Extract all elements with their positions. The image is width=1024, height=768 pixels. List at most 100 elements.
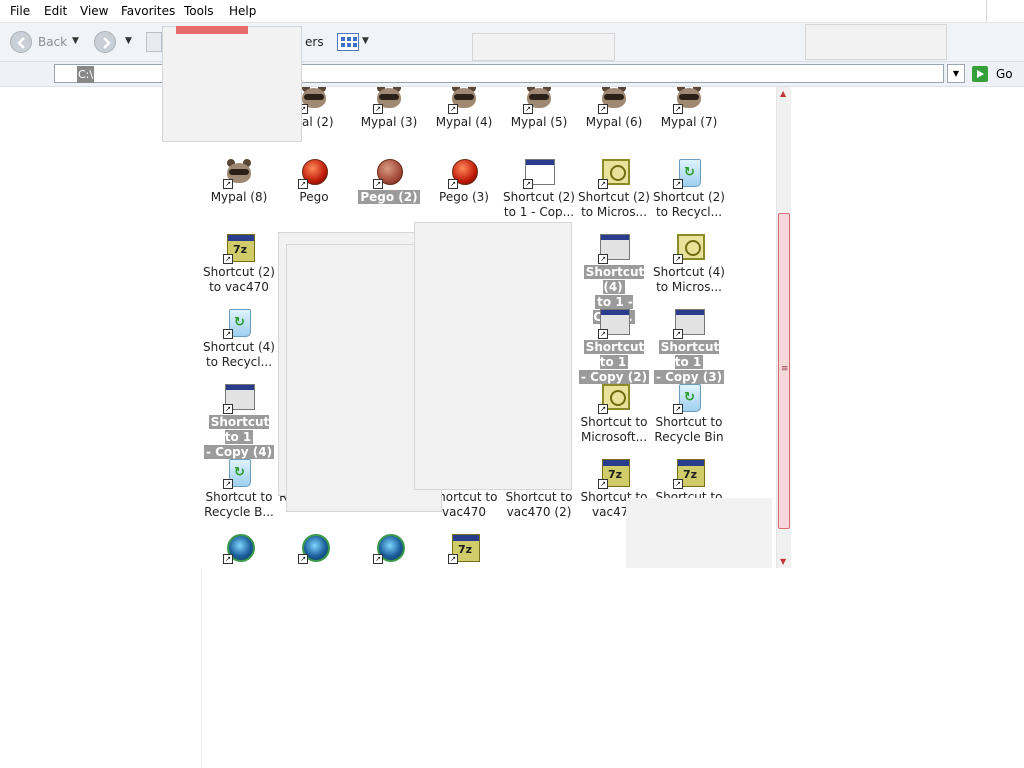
file-item[interactable]: ↗ [426,532,502,568]
file-item[interactable]: ↗Shortcut toRecycle Bin [651,382,727,454]
red-ball-icon: ↗ [448,157,480,189]
shortcut-arrow-icon: ↗ [598,179,608,189]
file-item[interactable]: ↗ Mypal (4) [426,87,502,154]
back-arrow-icon [17,37,25,49]
go-arrow-icon [972,66,988,82]
menu-help[interactable]: Help [229,4,256,18]
file-item[interactable]: ↗ Shortcut to Microsoft... [576,382,652,454]
file-item[interactable]: ↗ Pego (2) [351,157,427,229]
file-item-label-line: Shortcut to 1 [208,415,270,444]
file-item-label: Shortcut (2) to Micros... [576,190,652,220]
forward-button[interactable] [94,31,116,53]
up-folder-icon[interactable] [146,32,162,52]
raccoon-icon: ↗ [448,87,480,114]
file-item-label-line: Shortcut (2) [578,190,650,204]
shortcut-arrow-icon: ↗ [448,104,458,114]
file-item-label: Shortcut to vac470 (2) [501,490,577,520]
file-item-label-line: Mypal (4) [435,115,493,129]
shortcut-arrow-icon: ↗ [673,254,683,264]
file-item[interactable]: ↗ [201,532,277,568]
scroll-up-icon[interactable]: ▲ [780,89,786,98]
file-item[interactable]: ↗ Shortcut to 1- Copy (3) [651,307,727,384]
installer-icon: ↗ [598,157,630,189]
menu-view[interactable]: View [80,4,108,18]
file-item[interactable]: ↗ Mypal (6) [576,87,652,154]
file-item[interactable]: ↗Shortcut (2)to vac470 [201,232,277,304]
file-item-label: Mypal (8) [201,190,277,205]
file-item-label: Shortcut to Microsoft... [576,415,652,445]
file-item-label-line: Recycle B... [204,505,274,519]
file-item[interactable]: ↗ Shortcut to 1- Copy (2) [576,307,652,384]
shortcut-arrow-icon: ↗ [598,104,608,114]
file-item[interactable]: ↗ [276,532,352,568]
menu-edit[interactable]: Edit [44,4,67,18]
file-item[interactable]: ↗ Mypal (8) [201,157,277,229]
forward-arrow-icon [103,37,111,49]
raccoon-icon: ↗ [223,157,255,189]
file-item-label: Mypal (7) [651,115,727,130]
window-icon: ↗ [523,157,555,189]
file-item-label-line: Shortcut to [580,415,648,429]
menu-file[interactable]: File [10,4,30,18]
ghost-panel-red [176,26,248,34]
file-item-label-line: Shortcut to [205,490,273,504]
address-dropdown-icon[interactable]: ▼ [947,64,965,83]
file-item[interactable]: ↗ Shortcut (2) to Micros... [576,157,652,229]
file-item-label-line: Pego (3) [439,190,489,204]
menu-tools[interactable]: Tools [184,4,214,18]
file-item-label-line: Mypal (3) [360,115,418,129]
file-item-label-line: Shortcut to [655,415,723,429]
back-button[interactable] [10,31,32,53]
file-item[interactable]: ↗ Shortcut (4) to Micros... [651,232,727,304]
file-item-label: Shortcut to Recycle B... [201,490,277,520]
file-item[interactable]: ↗Shortcut (4)to Recycl... [201,307,277,379]
shortcut-arrow-icon: ↗ [373,554,383,564]
file-item-label-line: Mypal (5) [510,115,568,129]
shortcut-arrow-icon: ↗ [373,179,383,189]
file-item[interactable]: ↗ [351,532,427,568]
forward-dropdown-icon[interactable]: ▼ [125,36,132,46]
scroll-thumb[interactable]: ≡ [778,213,790,529]
file-item[interactable]: ↗ Mypal (5) [501,87,577,154]
file-item-label-line: Shortcut (2) [203,265,275,279]
file-item-label-line: Pego (2) [358,190,420,204]
shortcut-arrow-icon: ↗ [448,554,458,564]
file-item[interactable]: ↗ Mypal (3) [351,87,427,154]
views-icon[interactable] [337,33,359,51]
menu-favorites[interactable]: Favorites [121,4,175,18]
ghost-panel-6 [414,222,572,490]
file-item-label-line: to vac470 [209,280,269,294]
file-item-label-line: to Recycl... [655,205,723,219]
file-item-label: Pego [276,190,352,205]
ghost-panel-7 [626,498,772,568]
file-item[interactable]: ↗Shortcut (2)to Recycl... [651,157,727,229]
sfx-archive-icon: ↗ [448,532,480,564]
folders-label[interactable]: ers [305,35,324,49]
red-ball-icon: ↗ [373,157,405,189]
globe-icon: ↗ [298,532,330,564]
file-item-label-line: Pego [299,190,329,204]
shortcut-arrow-icon: ↗ [223,179,233,189]
back-dropdown-icon[interactable]: ▼ [72,36,79,46]
file-item[interactable]: ↗ Shortcut to 1- Copy (4) [201,382,277,459]
shortcut-arrow-icon: ↗ [298,179,308,189]
file-item[interactable]: ↗ Pego [276,157,352,229]
file-item[interactable]: ↗Shortcut toRecycle B... [201,457,277,529]
shortcut-arrow-icon: ↗ [598,329,608,339]
file-item-label-line: vac470 (2) [506,505,572,519]
file-item-label: Mypal (4) [426,115,502,130]
window-icon: ↗ [598,232,630,264]
views-dropdown-icon[interactable]: ▼ [362,36,369,46]
file-item[interactable]: ↗ Shortcut (2) to 1 - Cop... [501,157,577,229]
scroll-down-icon[interactable]: ▼ [780,557,786,566]
file-item-label-line: Mypal (8) [210,190,268,204]
file-item-label: Shortcut (4) to Micros... [651,265,727,295]
file-item-label-line: Shortcut (4) [653,265,725,279]
shortcut-arrow-icon: ↗ [598,254,608,264]
file-item[interactable]: ↗ Pego (3) [426,157,502,229]
file-item[interactable]: ↗ Mypal (7) [651,87,727,154]
file-item-label: Shortcut (2) to vac470 [201,265,277,295]
vertical-scrollbar[interactable]: ▲ ≡ ▼ [776,87,791,568]
file-item[interactable]: ↗Shortcut (4)to 1 - Cop... [576,232,652,324]
file-item-label: Mypal (3) [351,115,427,130]
